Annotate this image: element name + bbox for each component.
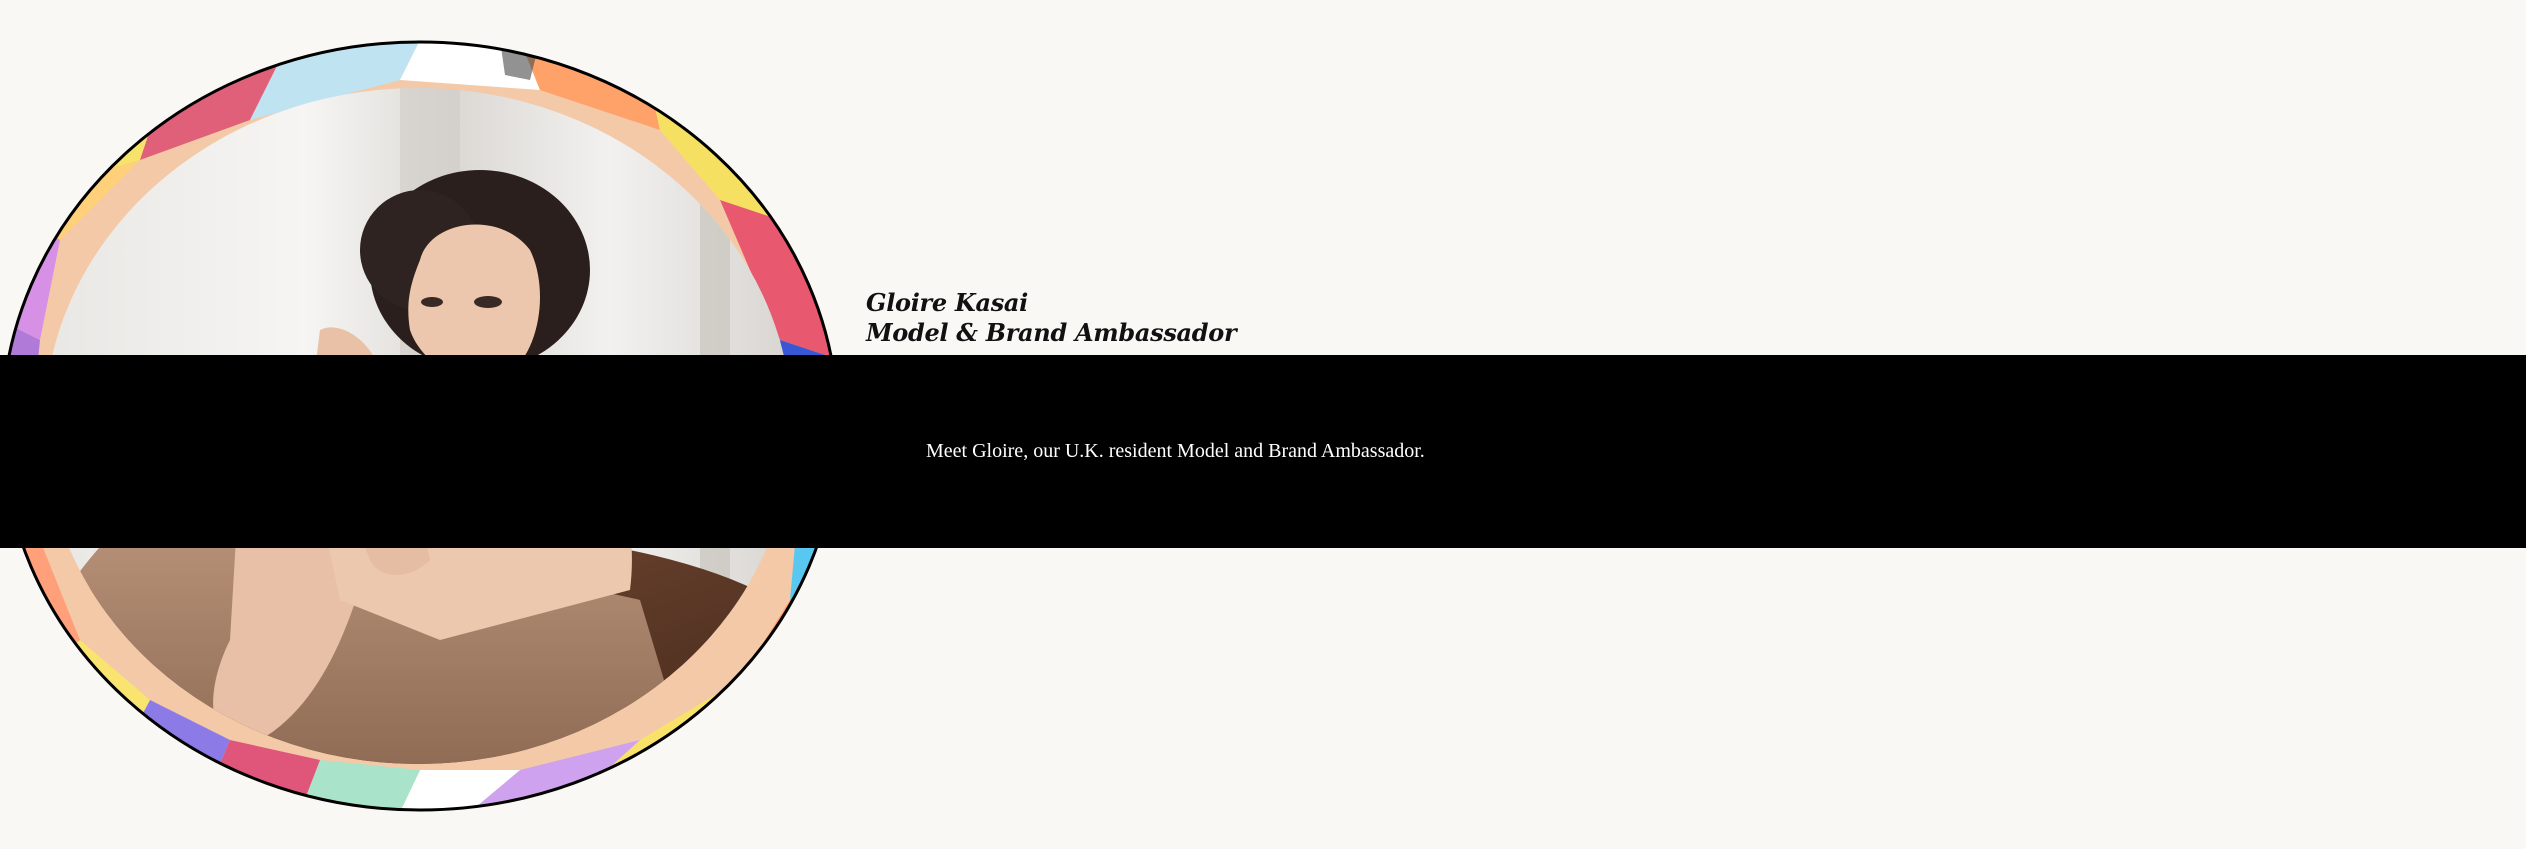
profile-role: Model & Brand Ambassador (866, 318, 1237, 347)
profile-heading: Gloire Kasai Model & Brand Ambassador (866, 288, 1237, 348)
intro-text: Meet Gloire, our U.K. resident Model and… (926, 440, 1425, 462)
profile-name: Gloire Kasai (866, 288, 1028, 317)
